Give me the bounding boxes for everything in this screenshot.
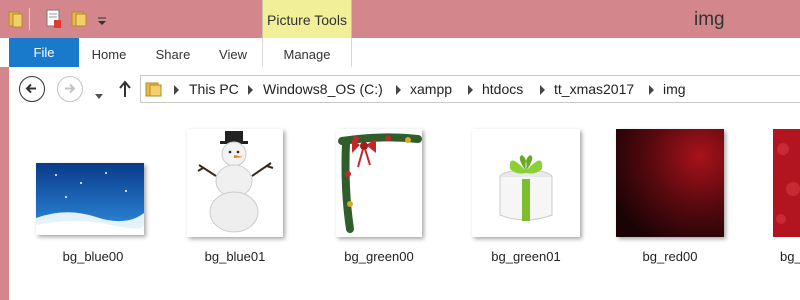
tab-file[interactable]: File: [9, 38, 79, 67]
breadcrumb-htdocs[interactable]: htdocs: [482, 81, 523, 97]
context-tab-title: Picture Tools: [267, 12, 347, 28]
file-name[interactable]: bg_green00: [314, 249, 444, 264]
file-name[interactable]: bg_blue00: [28, 249, 158, 264]
quick-access-toolbar: [0, 0, 130, 38]
back-icon[interactable]: [19, 76, 45, 102]
recent-locations-icon[interactable]: [95, 87, 103, 105]
file-name[interactable]: bg_green01: [461, 249, 591, 264]
breadcrumb-this-pc[interactable]: This PC: [189, 81, 239, 97]
up-icon[interactable]: [118, 80, 132, 103]
file-name[interactable]: bg_blue01: [170, 249, 300, 264]
new-folder-icon[interactable]: [71, 9, 89, 32]
breadcrumb-xampp[interactable]: xampp: [410, 81, 452, 97]
breadcrumb-drive[interactable]: Windows8_OS (C:): [263, 81, 383, 97]
holly-garland-thumbnail[interactable]: [336, 129, 422, 237]
tab-view[interactable]: View: [210, 38, 256, 67]
breadcrumb-separator: [248, 85, 253, 95]
properties-icon[interactable]: [46, 9, 62, 34]
tab-home[interactable]: Home: [86, 38, 132, 67]
address-folder-icon: [145, 80, 163, 103]
folder-icon[interactable]: [8, 10, 24, 33]
window-left-border: [0, 67, 9, 300]
tab-share[interactable]: Share: [150, 38, 196, 67]
breadcrumb-separator: [468, 85, 473, 95]
breadcrumb-separator: [396, 85, 401, 95]
tab-manage[interactable]: Manage: [262, 38, 352, 67]
file-name[interactable]: bg_red00: [605, 249, 735, 264]
window-title: img: [694, 9, 725, 30]
toolbar-divider: [29, 8, 30, 30]
forward-icon[interactable]: [57, 76, 83, 102]
dark-red-thumbnail[interactable]: [616, 129, 724, 237]
breadcrumb-img[interactable]: img: [663, 81, 686, 97]
gift-box-thumbnail[interactable]: [472, 129, 580, 237]
breadcrumb-separator: [174, 85, 179, 95]
winter-landscape-thumbnail[interactable]: [36, 163, 144, 235]
red-pattern-thumbnail[interactable]: [773, 129, 800, 237]
customize-dropdown-icon[interactable]: [97, 13, 107, 31]
breadcrumb-separator: [540, 85, 545, 95]
file-name[interactable]: bg_: [780, 249, 800, 264]
breadcrumb-separator: [649, 85, 654, 95]
breadcrumb-tt-xmas2017[interactable]: tt_xmas2017: [554, 81, 634, 97]
snowman-thumbnail[interactable]: [187, 129, 283, 237]
